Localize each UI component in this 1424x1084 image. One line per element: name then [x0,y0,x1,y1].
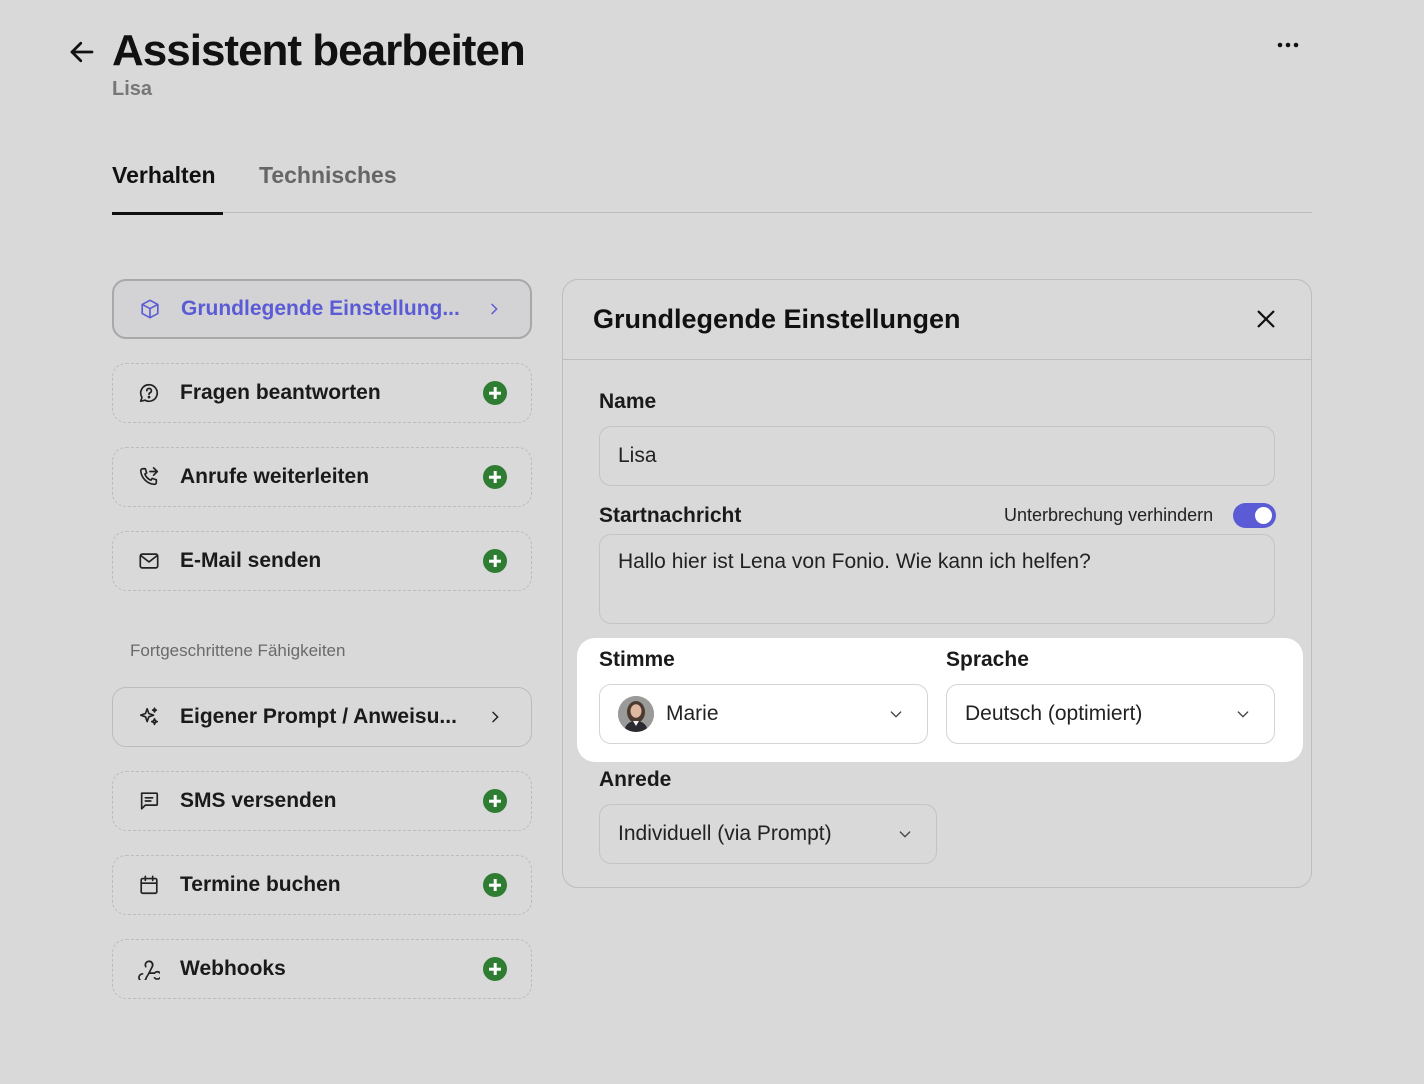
close-icon [1257,310,1275,328]
chevron-down-icon [896,825,914,843]
capability-label: Anrufe weiterleiten [180,465,370,488]
page-title: Assistent bearbeiten [112,26,526,75]
plus-circle-icon[interactable] [483,549,507,573]
more-horizontal-icon [1277,42,1299,48]
chevron-down-icon [1234,705,1252,723]
interrupt-toggle[interactable] [1233,503,1276,528]
more-options-button[interactable] [1270,30,1306,60]
advanced-section-title: Fortgeschrittene Fähigkeiten [130,641,346,660]
tab-technisches[interactable]: Technisches [259,160,397,213]
voice-select[interactable]: Marie [599,684,928,744]
salutation-label: Anrede [599,768,672,791]
language-select[interactable]: Deutsch (optimiert) [946,684,1275,744]
cube-icon [138,297,162,321]
plus-circle-icon[interactable] [483,789,507,813]
capability-send-sms[interactable]: SMS versenden [112,771,532,831]
language-label: Sprache [946,648,1029,671]
voice-value: Marie [666,702,719,725]
webhook-icon [137,957,161,981]
capability-label: Grundlegende Einstellung... [181,297,460,320]
panel-header: Grundlegende Einstellungen [563,280,1311,360]
chevron-down-icon [887,705,905,723]
message-square-icon [137,789,161,813]
language-value: Deutsch (optimiert) [965,702,1143,725]
capability-book-appointments[interactable]: Termine buchen [112,855,532,915]
capability-label: Eigener Prompt / Anweisu... [180,705,457,728]
tab-verhalten[interactable]: Verhalten [112,160,223,215]
capability-custom-prompt[interactable]: Eigener Prompt / Anweisu... [112,687,532,747]
salutation-value: Individuell (via Prompt) [618,822,832,845]
settings-panel: Grundlegende Einstellungen Name Lisa Sta… [562,279,1312,888]
capability-answer-questions[interactable]: Fragen beantworten [112,363,532,423]
salutation-select[interactable]: Individuell (via Prompt) [599,804,937,864]
voice-label: Stimme [599,648,675,671]
close-button[interactable] [1251,304,1281,334]
page-subtitle: Lisa [112,78,153,100]
sparkles-icon [137,705,161,729]
plus-circle-icon[interactable] [483,381,507,405]
name-label: Name [599,390,657,413]
mail-icon [137,549,161,573]
capability-basic-settings[interactable]: Grundlegende Einstellung... [112,279,532,339]
calendar-icon [137,873,161,897]
phone-forward-icon [137,465,161,489]
capability-label: Webhooks [180,957,286,980]
plus-circle-icon[interactable] [483,465,507,489]
capability-forward-calls[interactable]: Anrufe weiterleiten [112,447,532,507]
message-question-icon [137,381,161,405]
tab-bar: Verhalten Technisches [112,160,1312,215]
interrupt-toggle-label: Unterbrechung verhindern [1004,505,1214,525]
capability-label: E-Mail senden [180,549,322,572]
panel-title: Grundlegende Einstellungen [593,304,961,334]
start-message-textarea[interactable]: Hallo hier ist Lena von Fonio. Wie kann … [599,534,1275,624]
arrow-left-icon [70,41,94,63]
capability-label: Termine buchen [180,873,341,896]
capability-webhooks[interactable]: Webhooks [112,939,532,999]
back-button[interactable] [64,34,100,70]
chevron-right-icon [482,297,506,321]
capability-send-email[interactable]: E-Mail senden [112,531,532,591]
plus-circle-icon[interactable] [483,957,507,981]
chevron-right-icon [483,705,507,729]
capability-label: SMS versenden [180,789,337,812]
start-message-label: Startnachricht [599,504,742,527]
plus-circle-icon[interactable] [483,873,507,897]
voice-avatar [618,696,654,732]
capability-label: Fragen beantworten [180,381,381,404]
name-input[interactable]: Lisa [599,426,1275,486]
